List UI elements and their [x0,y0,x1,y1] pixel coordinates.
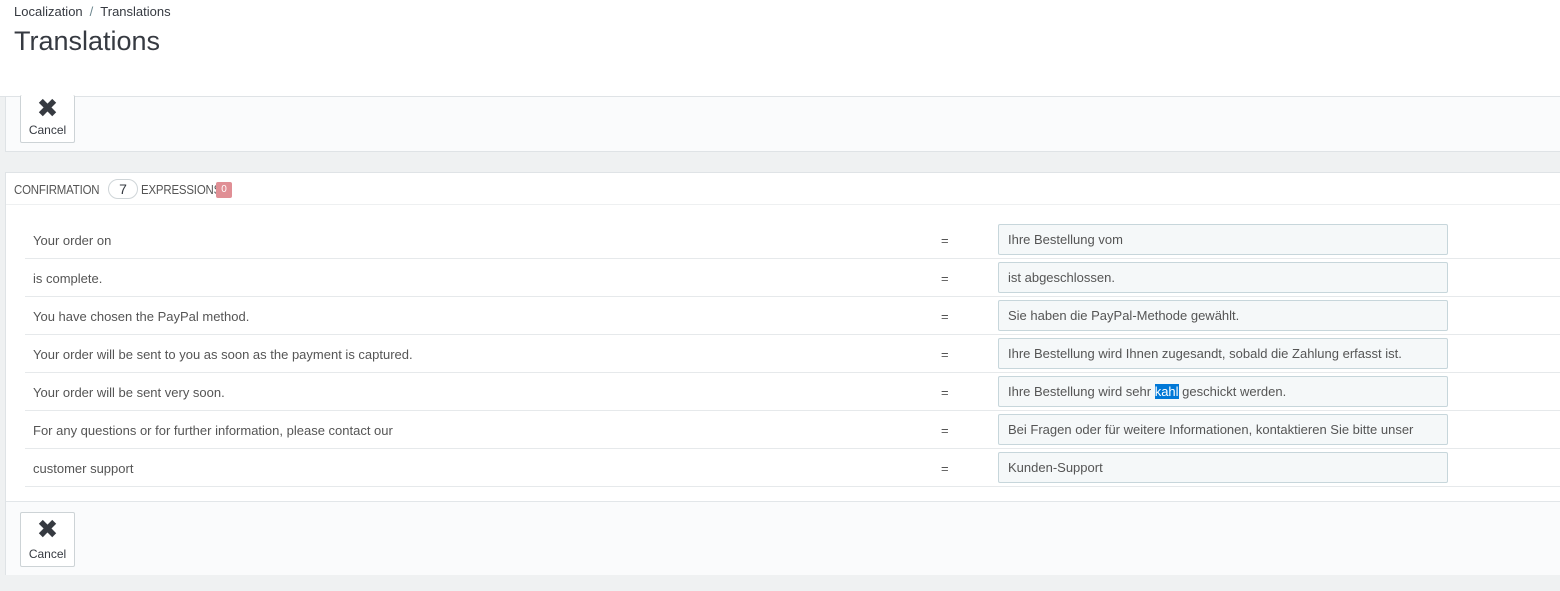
table-row: customer support = Kunden-Support [25,449,1560,487]
translation-panel: CONFIRMATION 7 EXPRESSIONS 0 Your order … [5,172,1560,575]
table-row: Your order on = Ihre Bestellung vom [25,221,1560,259]
panel-footer: ✖ Cancel [6,501,1560,575]
translation-input[interactable]: ist abgeschlossen. [998,262,1448,293]
source-text: Your order on [33,233,112,248]
translation-table: Your order on = Ihre Bestellung vom is c… [25,221,1560,487]
cancel-label: Cancel [28,547,67,561]
input-text-before: Ihre Bestellung wird sehr [1008,384,1155,399]
table-row: You have chosen the PayPal method. = Sie… [25,297,1560,335]
source-text: For any questions or for further informa… [33,423,393,438]
input-text-after: geschickt werden. [1178,384,1287,399]
top-toolbar: ✖ Cancel [5,95,1560,152]
table-row: Your order will be sent very soon. = Ihr… [25,373,1560,411]
source-text: Your order will be sent very soon. [33,385,225,400]
expression-count-badge: 7 [108,179,138,199]
source-text: is complete. [33,271,103,286]
close-icon: ✖ [36,514,59,544]
page-header: Localization / Translations Translations [0,0,1560,97]
equals-sign: = [941,385,949,400]
translation-input-focused[interactable]: Ihre Bestellung wird sehr kahl geschickt… [998,376,1448,407]
translation-input[interactable]: Ihre Bestellung wird Ihnen zugesandt, so… [998,338,1448,369]
table-row: is complete. = ist abgeschlossen. [25,259,1560,297]
source-text: You have chosen the PayPal method. [33,309,250,324]
source-text: Your order will be sent to you as soon a… [33,347,413,362]
section-title: CONFIRMATION [14,182,100,197]
breadcrumb-separator: / [89,4,94,19]
breadcrumb: Localization / Translations [14,4,171,19]
table-row: Your order will be sent to you as soon a… [25,335,1560,373]
cancel-label: Cancel [28,123,67,137]
translation-input[interactable]: Bei Fragen oder für weitere Informatione… [998,414,1448,445]
missing-count-badge: 0 [216,182,232,198]
breadcrumb-localization[interactable]: Localization [14,4,83,19]
close-icon: ✖ [36,93,59,123]
equals-sign: = [941,309,949,324]
selected-text: kahl [1154,384,1179,399]
equals-sign: = [941,271,949,286]
translation-input[interactable]: Kunden-Support [998,452,1448,483]
page-title: Translations [14,26,161,56]
equals-sign: = [941,423,949,438]
cancel-button-top[interactable]: ✖ Cancel [20,95,75,143]
equals-sign: = [941,233,949,248]
expressions-label: EXPRESSIONS [141,182,222,197]
cancel-button-bottom[interactable]: ✖ Cancel [20,512,75,567]
translation-input[interactable]: Ihre Bestellung vom [998,224,1448,255]
table-row: For any questions or for further informa… [25,411,1560,449]
source-text: customer support [33,461,134,476]
section-header: CONFIRMATION 7 EXPRESSIONS 0 [6,173,1560,205]
breadcrumb-translations[interactable]: Translations [100,4,170,19]
translation-input[interactable]: Sie haben die PayPal-Methode gewählt. [998,300,1448,331]
equals-sign: = [941,347,949,362]
equals-sign: = [941,461,949,476]
